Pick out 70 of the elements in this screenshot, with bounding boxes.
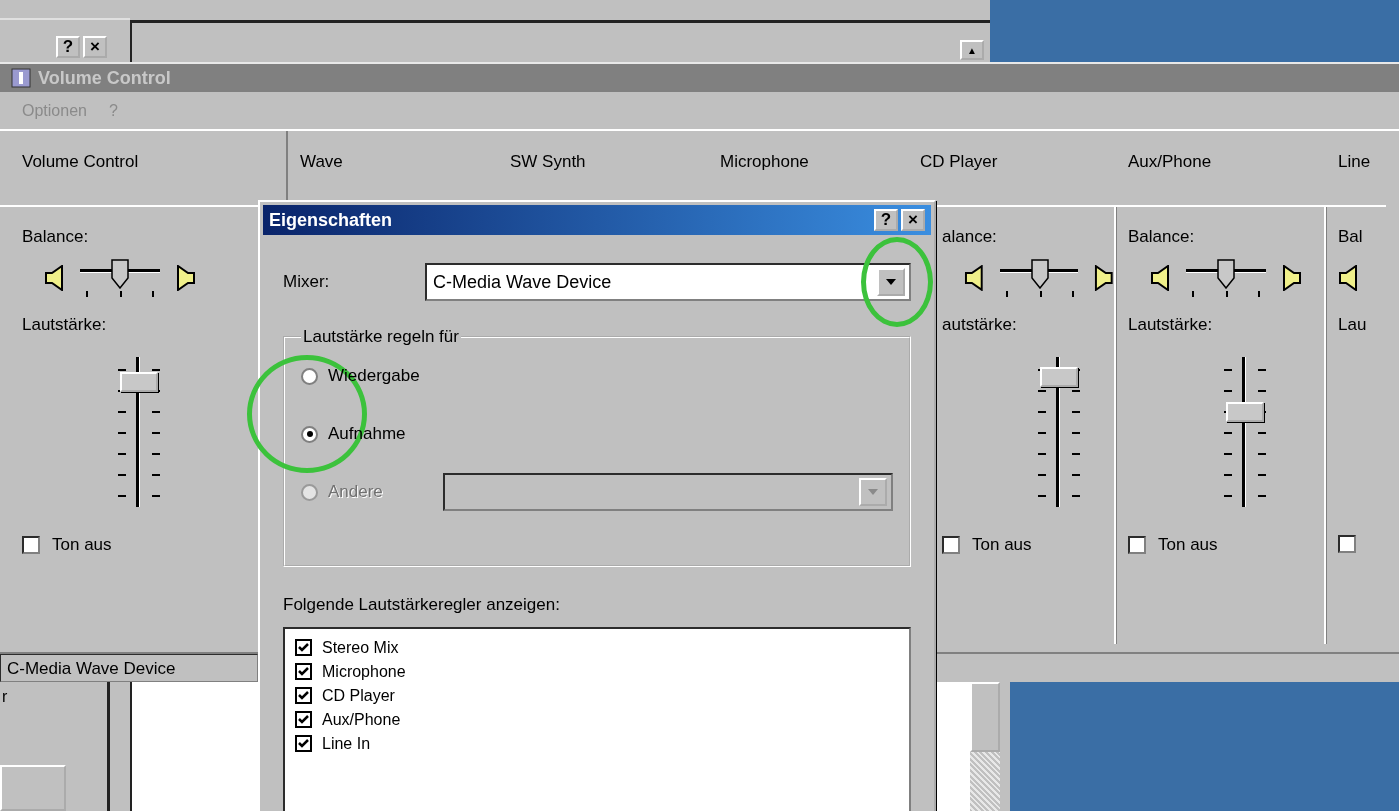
control-label: CD Player bbox=[322, 686, 395, 705]
checkbox[interactable] bbox=[295, 639, 312, 656]
group-legend: Lautstärke regeln für bbox=[301, 327, 461, 347]
volume-label: Lautstärke: bbox=[1128, 315, 1214, 335]
balance-label: alance: bbox=[942, 227, 998, 247]
slider-thumb[interactable] bbox=[1217, 259, 1235, 289]
slider-thumb[interactable] bbox=[1030, 259, 1049, 289]
help-button[interactable]: ? bbox=[874, 209, 898, 231]
balance-label: Bal bbox=[1338, 227, 1364, 247]
caret-icon bbox=[868, 489, 878, 495]
channel-name: Aux/Phone bbox=[1127, 151, 1213, 173]
mute-checkbox[interactable] bbox=[22, 536, 40, 554]
slider-thumb[interactable] bbox=[111, 259, 129, 289]
close-button[interactable]: × bbox=[83, 36, 107, 58]
balance-slider[interactable] bbox=[1186, 259, 1266, 299]
window-title: Volume Control bbox=[38, 67, 171, 89]
checkmark-icon bbox=[298, 739, 309, 748]
balance-label: Balance: bbox=[22, 227, 90, 247]
checkbox[interactable] bbox=[295, 687, 312, 704]
mute-checkbox[interactable] bbox=[1128, 536, 1146, 554]
side-text: r bbox=[1, 688, 9, 706]
volume-label: autstärke: bbox=[942, 315, 1018, 335]
volume-label: Lautstärke: bbox=[22, 315, 108, 335]
checkmark-icon bbox=[298, 643, 309, 652]
checkmark-icon bbox=[298, 691, 309, 700]
channel-name: Microphone bbox=[719, 151, 810, 173]
channel-name: SW Synth bbox=[509, 151, 587, 173]
mixer-label: Mixer: bbox=[283, 272, 331, 292]
radio-button[interactable] bbox=[301, 367, 318, 385]
control-label: Aux/Phone bbox=[322, 710, 401, 729]
checkmark-icon bbox=[298, 667, 309, 676]
caret-icon bbox=[886, 279, 896, 285]
channel-name: Volume Control bbox=[21, 151, 140, 173]
control-label: Microphone bbox=[322, 662, 406, 681]
speaker-icon bbox=[1150, 265, 1172, 291]
checkmark-icon bbox=[298, 715, 309, 724]
channel-name: CD Player bbox=[919, 151, 999, 173]
mute-label: Ton aus bbox=[1158, 535, 1218, 555]
close-button[interactable]: × bbox=[901, 209, 925, 231]
speaker-icon bbox=[1338, 265, 1360, 291]
scrollbar[interactable] bbox=[970, 682, 1000, 811]
status-bar-text: C-Media Wave Device bbox=[0, 654, 258, 682]
dialog-title: Eigenschaften bbox=[269, 209, 393, 231]
mute-label: Ton aus bbox=[972, 535, 1032, 555]
controls-label: Folgende Lautstärkeregler anzeigen: bbox=[283, 595, 561, 615]
checkbox[interactable] bbox=[295, 735, 312, 752]
balance-slider[interactable] bbox=[999, 259, 1079, 299]
radio-button[interactable] bbox=[301, 425, 318, 443]
speaker-icon bbox=[174, 265, 196, 291]
control-label: Stereo Mix bbox=[322, 638, 399, 657]
mute-label: Ton aus bbox=[52, 535, 112, 555]
control-label: Line In bbox=[322, 734, 371, 753]
channel-name: Wave bbox=[299, 151, 344, 173]
checkbox[interactable] bbox=[295, 711, 312, 728]
speaker-icon bbox=[1280, 265, 1302, 291]
mute-checkbox[interactable] bbox=[942, 536, 960, 554]
volume-label: Lau bbox=[1338, 315, 1368, 335]
help-button[interactable]: ? bbox=[56, 36, 80, 58]
speaker-icon bbox=[964, 265, 986, 291]
mixer-dropdown[interactable]: C-Media Wave Device bbox=[425, 263, 911, 301]
speaker-icon bbox=[44, 265, 66, 291]
balance-label: Balance: bbox=[1128, 227, 1196, 247]
mute-checkbox[interactable] bbox=[1338, 535, 1356, 553]
radio-label: Andere bbox=[328, 482, 383, 502]
balance-slider[interactable] bbox=[80, 259, 160, 299]
window-icon bbox=[10, 67, 32, 89]
scroll-up-button[interactable]: ▲ bbox=[960, 40, 984, 60]
speaker-icon bbox=[1092, 265, 1114, 291]
checkbox[interactable] bbox=[295, 663, 312, 680]
channel-name: Line bbox=[1337, 151, 1372, 173]
